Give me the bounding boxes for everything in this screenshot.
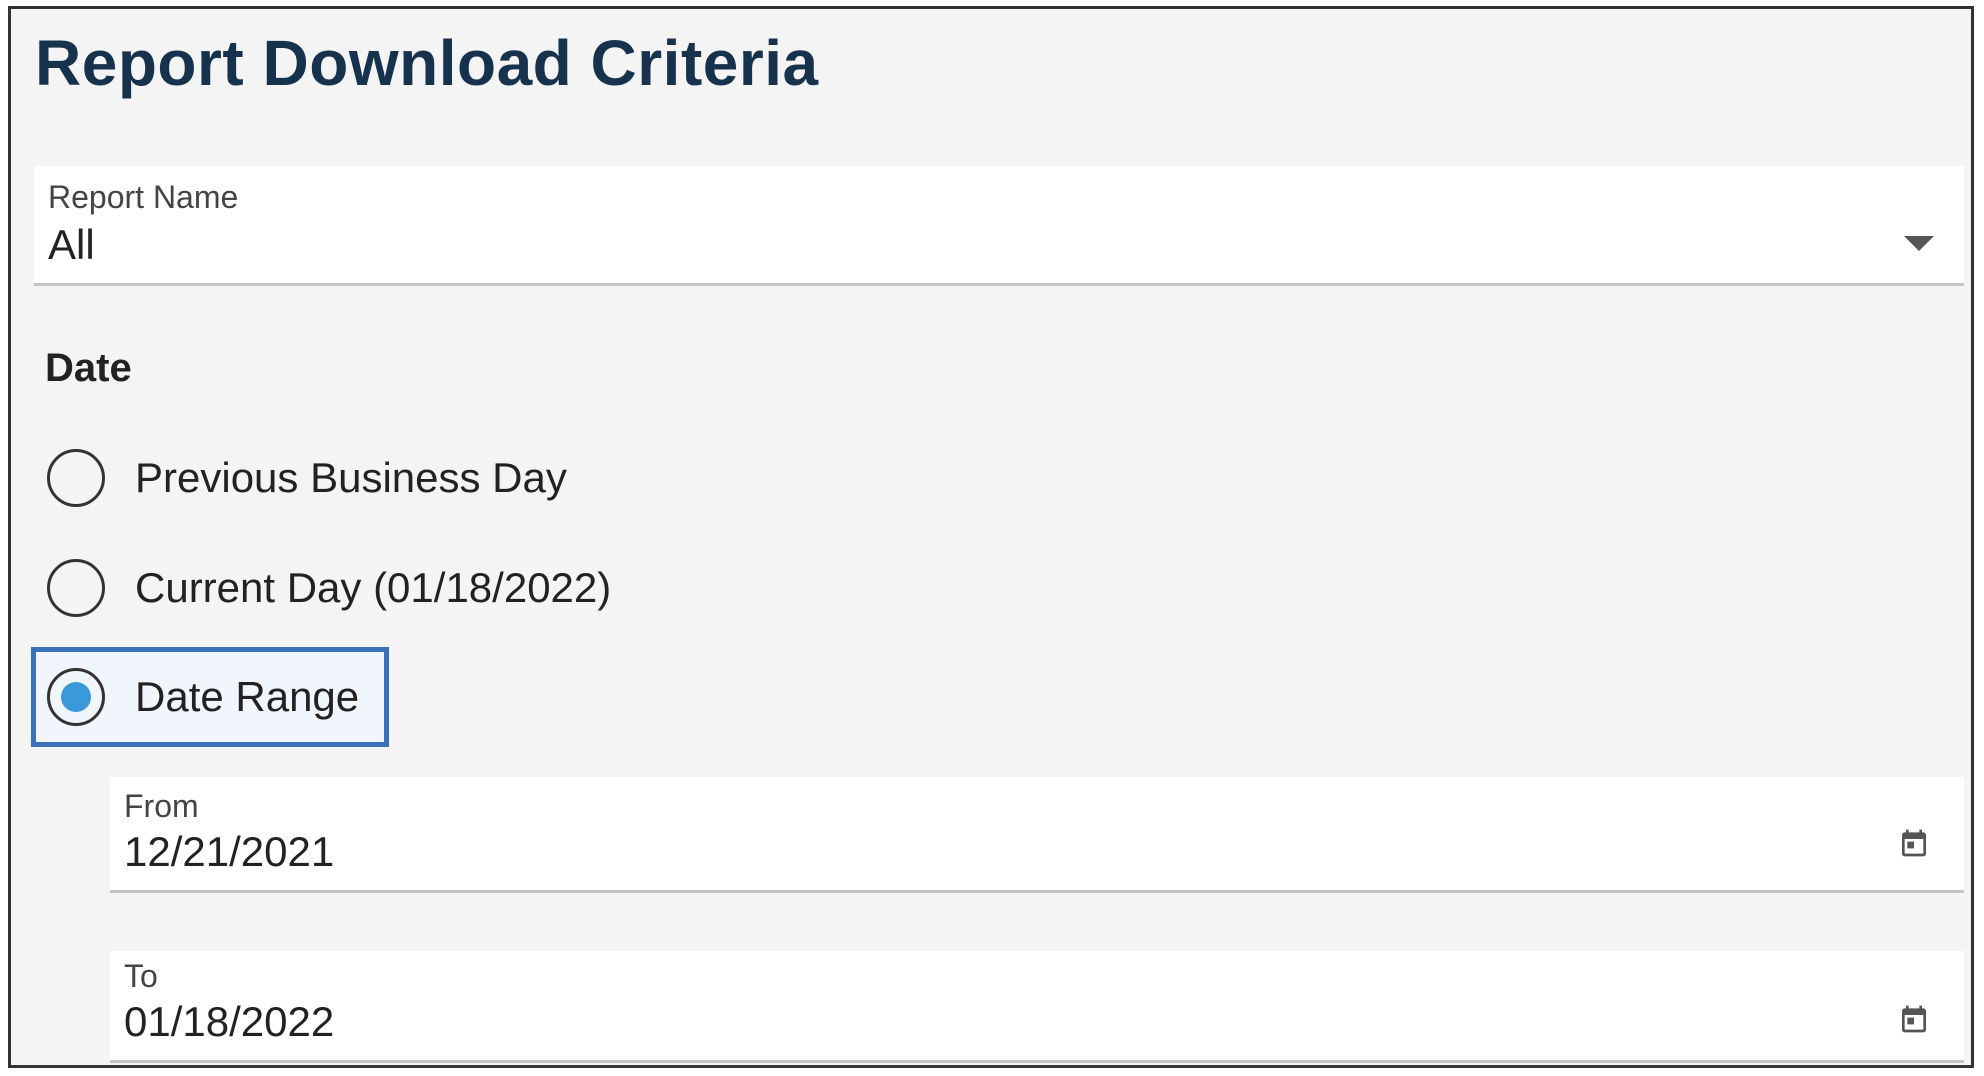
radio-previous-business-day[interactable]: Previous Business Day <box>47 443 567 513</box>
from-date-label: From <box>124 788 199 824</box>
to-date-label: To <box>124 958 158 994</box>
calendar-icon[interactable] <box>1898 827 1930 859</box>
radio-dot <box>61 682 91 712</box>
calendar-icon[interactable] <box>1898 1003 1930 1035</box>
radio-label: Current Day (01/18/2022) <box>135 564 612 611</box>
from-date-value[interactable]: 12/21/2021 <box>124 827 334 877</box>
radio-current-day[interactable]: Current Day (01/18/2022) <box>47 553 611 623</box>
chevron-down-icon[interactable] <box>1904 236 1934 251</box>
radio-label: Previous Business Day <box>135 454 567 501</box>
to-date-value[interactable]: 01/18/2022 <box>124 997 334 1047</box>
radio-label: Date Range <box>135 673 360 720</box>
date-section-heading: Date <box>45 346 132 390</box>
report-download-criteria-panel: Report Download Criteria Report Name All… <box>8 6 1974 1068</box>
report-name-value: All <box>48 221 95 268</box>
report-name-select[interactable]: Report Name All <box>34 166 1964 286</box>
radio-button-icon[interactable] <box>47 449 105 507</box>
radio-button-selected-icon[interactable] <box>47 668 105 726</box>
from-date-field[interactable]: From 12/21/2021 <box>110 777 1964 893</box>
radio-date-range[interactable]: Date Range <box>31 647 389 747</box>
to-date-field[interactable]: To 01/18/2022 <box>110 951 1964 1063</box>
page-title: Report Download Criteria <box>35 27 819 99</box>
radio-button-icon[interactable] <box>47 559 105 617</box>
report-name-label: Report Name <box>48 179 239 215</box>
